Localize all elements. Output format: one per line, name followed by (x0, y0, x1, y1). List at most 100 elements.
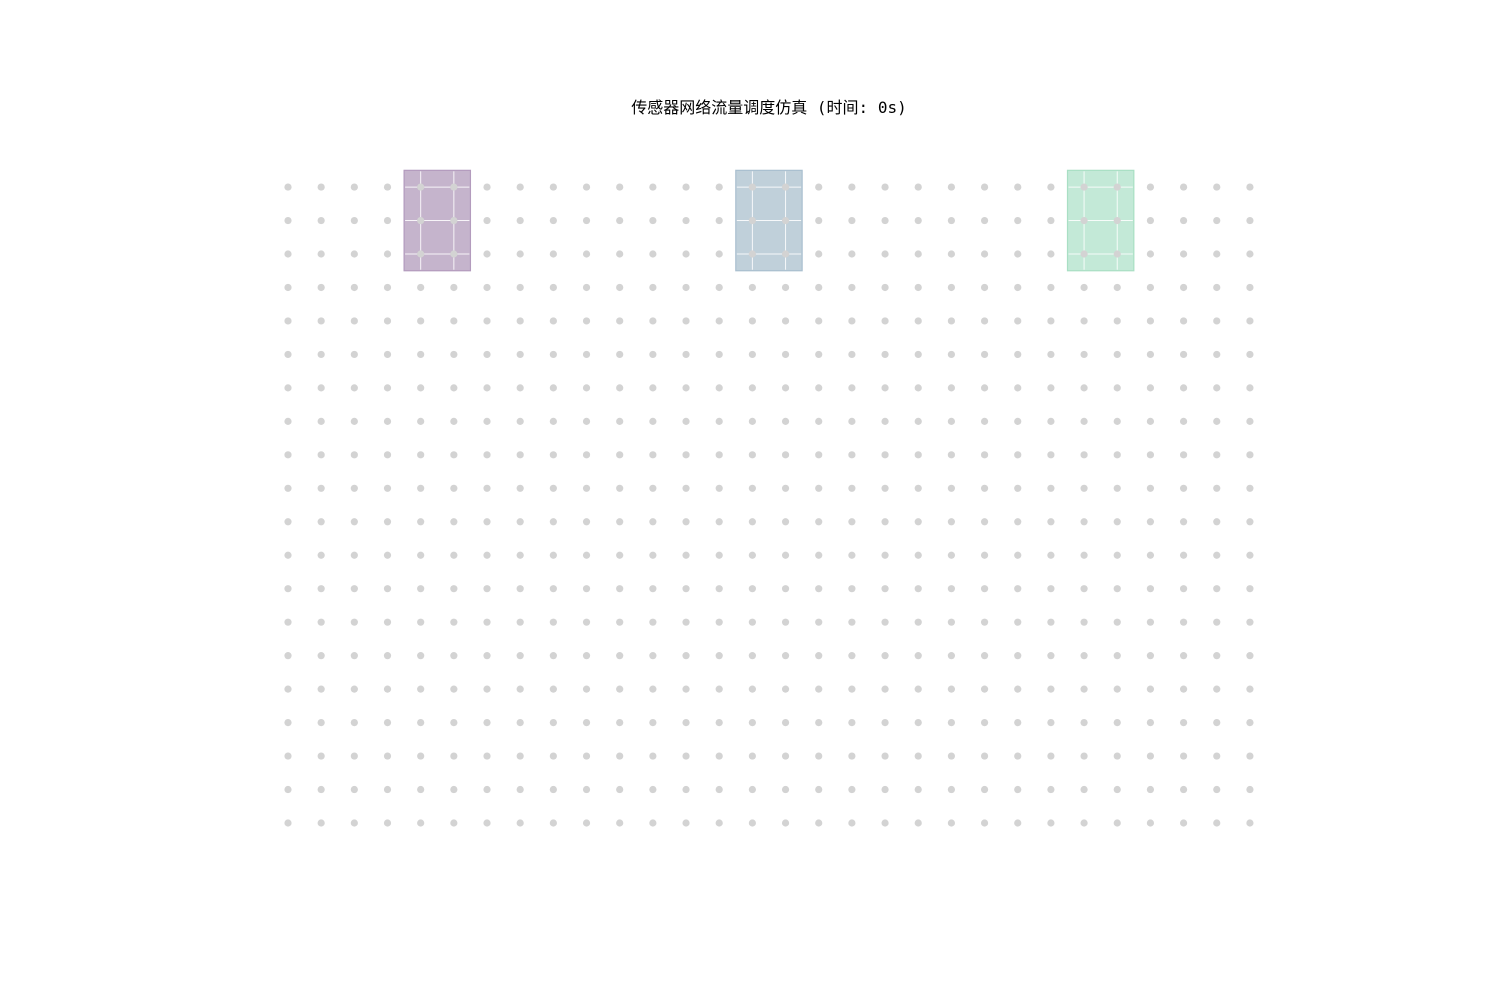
sensor-node (1014, 384, 1022, 392)
sensor-node (616, 250, 624, 258)
sensor-node (582, 250, 591, 258)
sensor-node (881, 518, 889, 526)
sensor-node (1080, 216, 1088, 225)
sensor-node (549, 819, 557, 827)
sensor-node (1113, 518, 1121, 526)
sensor-node (649, 216, 657, 225)
sensor-node (450, 183, 458, 191)
sensor-node (350, 384, 358, 392)
sensor-node (1246, 819, 1254, 827)
sensor-node (1047, 250, 1055, 258)
sensor-node (1213, 718, 1221, 727)
sensor-node (616, 618, 624, 626)
sensor-node (450, 250, 458, 258)
sensor-node (1080, 819, 1088, 827)
sensor-node (582, 685, 591, 693)
sensor-node (1047, 451, 1055, 459)
sensor-node (1246, 384, 1254, 392)
sensor-node (383, 250, 392, 258)
sensor-node (848, 417, 856, 425)
sensor-node (284, 484, 292, 492)
sensor-node (781, 652, 790, 660)
sensor-node (582, 551, 591, 559)
sensor-node (1179, 250, 1188, 258)
sensor-node (980, 317, 989, 325)
sensor-node (616, 216, 624, 225)
sensor-node (781, 585, 790, 593)
sensor-node (815, 250, 823, 258)
sensor-node (516, 652, 524, 660)
sensor-node (815, 618, 823, 626)
sensor-node (1213, 484, 1221, 492)
sensor-node (616, 384, 624, 392)
sensor-node (317, 652, 325, 660)
sensor-node (1080, 451, 1088, 459)
sensor-node (1179, 283, 1188, 292)
sensor-node (317, 384, 325, 392)
sensor-node (682, 752, 690, 760)
sensor-node (350, 785, 358, 794)
sensor-node (715, 317, 723, 325)
sensor-node (1047, 652, 1055, 660)
sensor-node (881, 183, 889, 191)
sensor-node (649, 752, 657, 760)
sensor-node (516, 451, 524, 459)
sensor-node (582, 451, 591, 459)
sensor-node (980, 350, 989, 359)
sensor-node (748, 518, 756, 526)
sensor-node (715, 685, 723, 693)
sensor-node (284, 451, 292, 459)
sensor-node (1080, 618, 1088, 626)
sensor-node (317, 819, 325, 827)
sensor-node (881, 819, 889, 827)
sensor-node (582, 752, 591, 760)
sensor-node (582, 384, 591, 392)
sensor-node (1014, 618, 1022, 626)
sensor-node (1246, 785, 1254, 794)
sensor-node (781, 350, 790, 359)
sensor-node (1113, 718, 1121, 727)
sensor-node (483, 484, 491, 492)
sensor-node (914, 718, 922, 727)
sensor-node (317, 752, 325, 760)
sensor-node (317, 785, 325, 794)
sensor-node (914, 618, 922, 626)
sensor-node (914, 451, 922, 459)
sensor-node (748, 384, 756, 392)
sensor-node (1080, 384, 1088, 392)
sensor-node (582, 518, 591, 526)
sensor-node (815, 718, 823, 727)
sensor-node (715, 384, 723, 392)
sensor-node (516, 384, 524, 392)
sensor-node (1113, 785, 1121, 794)
sensor-node (383, 585, 392, 593)
sensor-node (1146, 417, 1155, 425)
sensor-node (848, 350, 856, 359)
sensor-node (715, 652, 723, 660)
sensor-node (483, 384, 491, 392)
sensor-node (284, 216, 292, 225)
sensor-node (914, 752, 922, 760)
sensor-node (682, 518, 690, 526)
sensor-node (1113, 183, 1121, 191)
sensor-node (1146, 283, 1155, 292)
sensor-node (748, 718, 756, 727)
sensor-node (450, 618, 458, 626)
sensor-node (682, 417, 690, 425)
sensor-node (582, 317, 591, 325)
sensor-node (848, 216, 856, 225)
sensor-node (616, 551, 624, 559)
sensor-node (616, 819, 624, 827)
region-2 (735, 169, 803, 272)
sensor-node (616, 718, 624, 727)
sensor-node (682, 350, 690, 359)
sensor-node (815, 317, 823, 325)
sensor-node (284, 350, 292, 359)
sensor-node (815, 518, 823, 526)
sensor-node (1146, 250, 1155, 258)
sensor-node (1179, 819, 1188, 827)
sensor-node (417, 718, 425, 727)
sensor-node (616, 484, 624, 492)
sensor-node (748, 785, 756, 794)
sensor-node (914, 819, 922, 827)
